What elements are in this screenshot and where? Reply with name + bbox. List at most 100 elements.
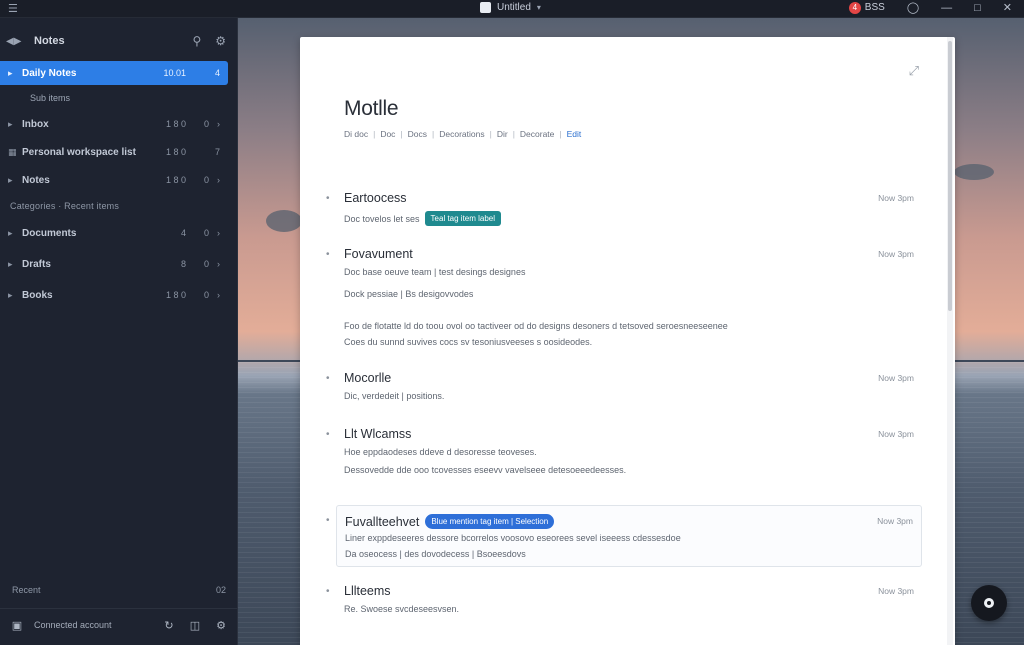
sidebar-item-meta: 0 bbox=[203, 175, 209, 185]
cloud-shape bbox=[266, 210, 302, 232]
entry-time: Now 3pm bbox=[878, 586, 914, 596]
sidebar-item-meta: 4 bbox=[214, 68, 220, 78]
entry-text: Doc base oeuve team | test desings desig… bbox=[344, 267, 526, 277]
entry-text: Dock pessiae | Bs desigovvodes bbox=[344, 289, 474, 299]
sidebar-item-drafts[interactable]: ▸ Drafts 8 0 › bbox=[0, 252, 228, 276]
entry-text: Dessovedde dde ooo tcovesses eseevv vave… bbox=[344, 465, 627, 475]
minimize-icon[interactable]: — bbox=[941, 2, 952, 14]
list-item-selected[interactable]: Fuvallteehvet Blue mention tag item | Se… bbox=[336, 505, 922, 567]
sidebar-item-meta: 0 bbox=[203, 228, 209, 238]
more-icon[interactable]: › bbox=[217, 290, 220, 300]
expand-icon[interactable]: ▸ bbox=[8, 68, 22, 79]
entry-title: Llt Wlcamss bbox=[344, 427, 412, 441]
expand-icon[interactable]: ▸ bbox=[8, 175, 22, 186]
search-icon[interactable]: ⚲ bbox=[192, 34, 201, 48]
tag[interactable]: Doc bbox=[380, 129, 395, 139]
settings-icon[interactable]: ⚙ bbox=[215, 34, 226, 48]
sidebar-item-notes[interactable]: ▸ Notes 1 8 0 0 › bbox=[0, 168, 228, 192]
entry-time: Now 3pm bbox=[878, 373, 914, 383]
tag[interactable]: Di doc bbox=[344, 129, 368, 139]
sidebar-item-meta: 0 bbox=[203, 259, 209, 269]
sidebar-item-count: 4 bbox=[180, 228, 186, 238]
document-title-switcher[interactable]: Untitled ▾ bbox=[480, 2, 541, 13]
sidebar-subitem[interactable]: Sub items bbox=[0, 86, 228, 110]
entry-time: Now 3pm bbox=[878, 193, 914, 203]
trash-icon[interactable]: ◫ bbox=[186, 619, 204, 632]
list-item[interactable]: • Mocorlle Now 3pm Dic, verdedeit | posi… bbox=[326, 371, 922, 411]
sidebar-item-inbox[interactable]: ▸ Inbox 1 8 0 0 › bbox=[0, 112, 228, 136]
entry-text: Dic, verdedeit | positions. bbox=[344, 391, 445, 401]
expand-icon[interactable]: ▸ bbox=[8, 259, 22, 270]
account-icon[interactable]: ▣ bbox=[8, 619, 26, 632]
sidebar-item-label: Notes bbox=[22, 174, 50, 186]
close-icon[interactable]: ✕ bbox=[1003, 1, 1012, 14]
sidebar-item-meta: 0 bbox=[203, 119, 209, 129]
expand-icon[interactable]: ▸ bbox=[8, 290, 22, 301]
list-item[interactable]: • Fovavument Now 3pm Doc base oeuve team… bbox=[326, 247, 922, 359]
bullet-icon: • bbox=[326, 193, 330, 204]
more-icon[interactable]: › bbox=[217, 119, 220, 129]
entry-title: Fovavument bbox=[344, 247, 413, 261]
help-icon[interactable]: ◯ bbox=[907, 1, 919, 14]
sidebar-item-personal[interactable]: ▦ Personal workspace list 1 8 0 7 bbox=[0, 140, 228, 164]
tag[interactable]: Decorate bbox=[520, 129, 555, 139]
sidebar-item-label: Personal workspace list bbox=[22, 146, 136, 158]
divider bbox=[0, 608, 238, 609]
top-bar: ☰ Untitled ▾ 4 BSS ◯ — □ ✕ bbox=[0, 0, 1024, 18]
sidebar-item-daily-notes[interactable]: ▸ Daily Notes 10.01 4 bbox=[0, 61, 228, 85]
entry-text: Re. Swoese svcdeseesvsen. bbox=[344, 604, 460, 614]
sidebar-item-documents[interactable]: ▸ Documents 4 0 › bbox=[0, 221, 228, 245]
entry-text: Hoe eppdaodeses ddeve d desoresse teoves… bbox=[344, 447, 537, 457]
document-title: Untitled bbox=[497, 2, 531, 13]
tag[interactable]: Dir bbox=[497, 129, 508, 139]
edit-tags-link[interactable]: Edit bbox=[567, 129, 582, 139]
sidebar-footer-label: Recent 02 bbox=[12, 585, 226, 595]
entry-title: Lllteems bbox=[344, 584, 391, 598]
tag[interactable]: Decorations bbox=[439, 129, 484, 139]
sidebar-item-label: Daily Notes bbox=[22, 67, 77, 79]
mention-chip[interactable]: Blue mention tag item | Selection bbox=[425, 514, 555, 529]
list-item[interactable]: • Eartoocess Now 3pm Doc tovelos let ses… bbox=[326, 191, 922, 231]
footer-count: 02 bbox=[215, 585, 226, 595]
user-menu[interactable]: 4 BSS bbox=[848, 1, 885, 14]
entry-time: Now 3pm bbox=[877, 516, 913, 526]
sidebar-item-books[interactable]: ▸ Books 1 8 0 0 › bbox=[0, 283, 228, 307]
more-icon[interactable]: › bbox=[217, 175, 220, 185]
expand-icon[interactable]: ▸ bbox=[8, 228, 22, 239]
collapse-icon[interactable]: ◀▶ bbox=[6, 36, 34, 47]
entry-title: Fuvallteehvet bbox=[345, 514, 420, 529]
bullet-icon: • bbox=[326, 429, 330, 440]
settings-icon[interactable]: ⚙ bbox=[212, 619, 230, 632]
entry-text: Da oseocess | des dovodecess | Bsoeesdov… bbox=[345, 549, 526, 559]
sidebar-item-count: 1 8 0 bbox=[165, 175, 186, 185]
sidebar-item-meta: 7 bbox=[214, 147, 220, 157]
tag-row: Di doc | Doc | Docs | Decorations | Dir | Dec… bbox=[344, 129, 582, 139]
account-label[interactable]: Connected account bbox=[34, 620, 152, 630]
tag[interactable]: Docs bbox=[408, 129, 427, 139]
footer-label: Recent bbox=[12, 585, 41, 595]
more-icon[interactable]: › bbox=[217, 259, 220, 269]
list-item[interactable]: • Lllteems Now 3pm Re. Swoese svcdeseesv… bbox=[326, 584, 922, 624]
bullet-icon: • bbox=[326, 586, 330, 597]
entry-text: Doc tovelos let ses bbox=[344, 213, 420, 224]
scrollbar[interactable] bbox=[947, 37, 953, 645]
entry-text: Coes du sunnd suvives cocs sv tesoniusve… bbox=[344, 337, 593, 347]
tag-chip[interactable]: Teal tag item label bbox=[424, 211, 502, 226]
restore-icon[interactable]: □ bbox=[974, 2, 981, 14]
entry-text: Liner exppdeseeres dessore bcorrelos voo… bbox=[345, 533, 681, 543]
user-name: BSS bbox=[864, 2, 885, 13]
document-card: ⤢ Motlle Di doc | Doc | Docs | Decorations |… bbox=[300, 37, 955, 645]
sidebar-item-count: 1 8 0 bbox=[165, 119, 186, 129]
expand-icon[interactable]: ▸ bbox=[8, 119, 22, 130]
more-icon[interactable]: › bbox=[217, 228, 220, 238]
menu-icon[interactable]: ☰ bbox=[8, 2, 18, 15]
sidebar-footer: ▣ Connected account ↻ ◫ ⚙ bbox=[8, 614, 230, 636]
entry-title-row: Fuvallteehvet Blue mention tag item | Se… bbox=[345, 514, 555, 529]
sidebar-item-count: 1 8 0 bbox=[165, 147, 186, 157]
entry-time: Now 3pm bbox=[878, 429, 914, 439]
expand-icon[interactable]: ⤢ bbox=[909, 63, 919, 79]
scrollbar-thumb[interactable] bbox=[948, 41, 952, 311]
list-item[interactable]: • Llt Wlcamss Now 3pm Hoe eppdaodeses dd… bbox=[326, 427, 922, 487]
sync-icon[interactable]: ↻ bbox=[160, 619, 178, 632]
record-button[interactable] bbox=[971, 585, 1007, 621]
